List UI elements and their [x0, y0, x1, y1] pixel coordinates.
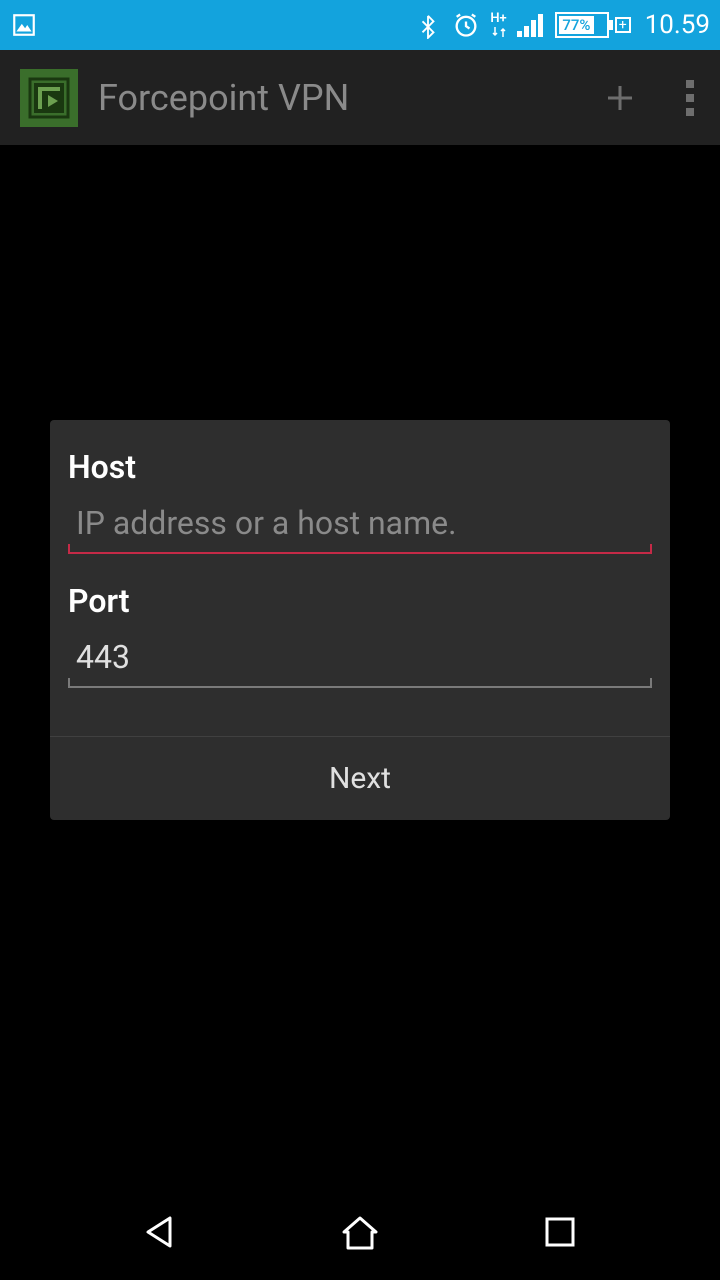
home-button[interactable] [335, 1207, 385, 1257]
host-port-dialog: Host Port Next [50, 420, 670, 820]
signal-icon [517, 11, 545, 39]
port-label: Port [60, 582, 660, 620]
next-button[interactable]: Next [50, 761, 670, 796]
app-bar: Forcepoint VPN [0, 50, 720, 145]
navigation-bar [0, 1184, 720, 1280]
back-button[interactable] [135, 1207, 185, 1257]
battery-icon: 77% + [555, 12, 631, 38]
status-clock: 10.59 [645, 10, 710, 40]
overflow-menu-button[interactable] [680, 74, 700, 122]
host-input-underline [68, 498, 652, 554]
image-notification-icon [10, 11, 38, 39]
mobile-data-icon: H+ [490, 12, 506, 39]
app-icon [20, 69, 78, 127]
alarm-icon [452, 11, 480, 39]
host-label: Host [60, 448, 660, 486]
recent-apps-button[interactable] [535, 1207, 585, 1257]
port-input[interactable] [68, 632, 652, 686]
app-title: Forcepoint VPN [98, 77, 600, 119]
add-button[interactable] [600, 78, 640, 118]
status-bar: H+ 77% + 10.59 [0, 0, 720, 50]
host-input[interactable] [68, 498, 652, 552]
port-input-underline [68, 632, 652, 688]
bluetooth-icon [414, 11, 442, 39]
